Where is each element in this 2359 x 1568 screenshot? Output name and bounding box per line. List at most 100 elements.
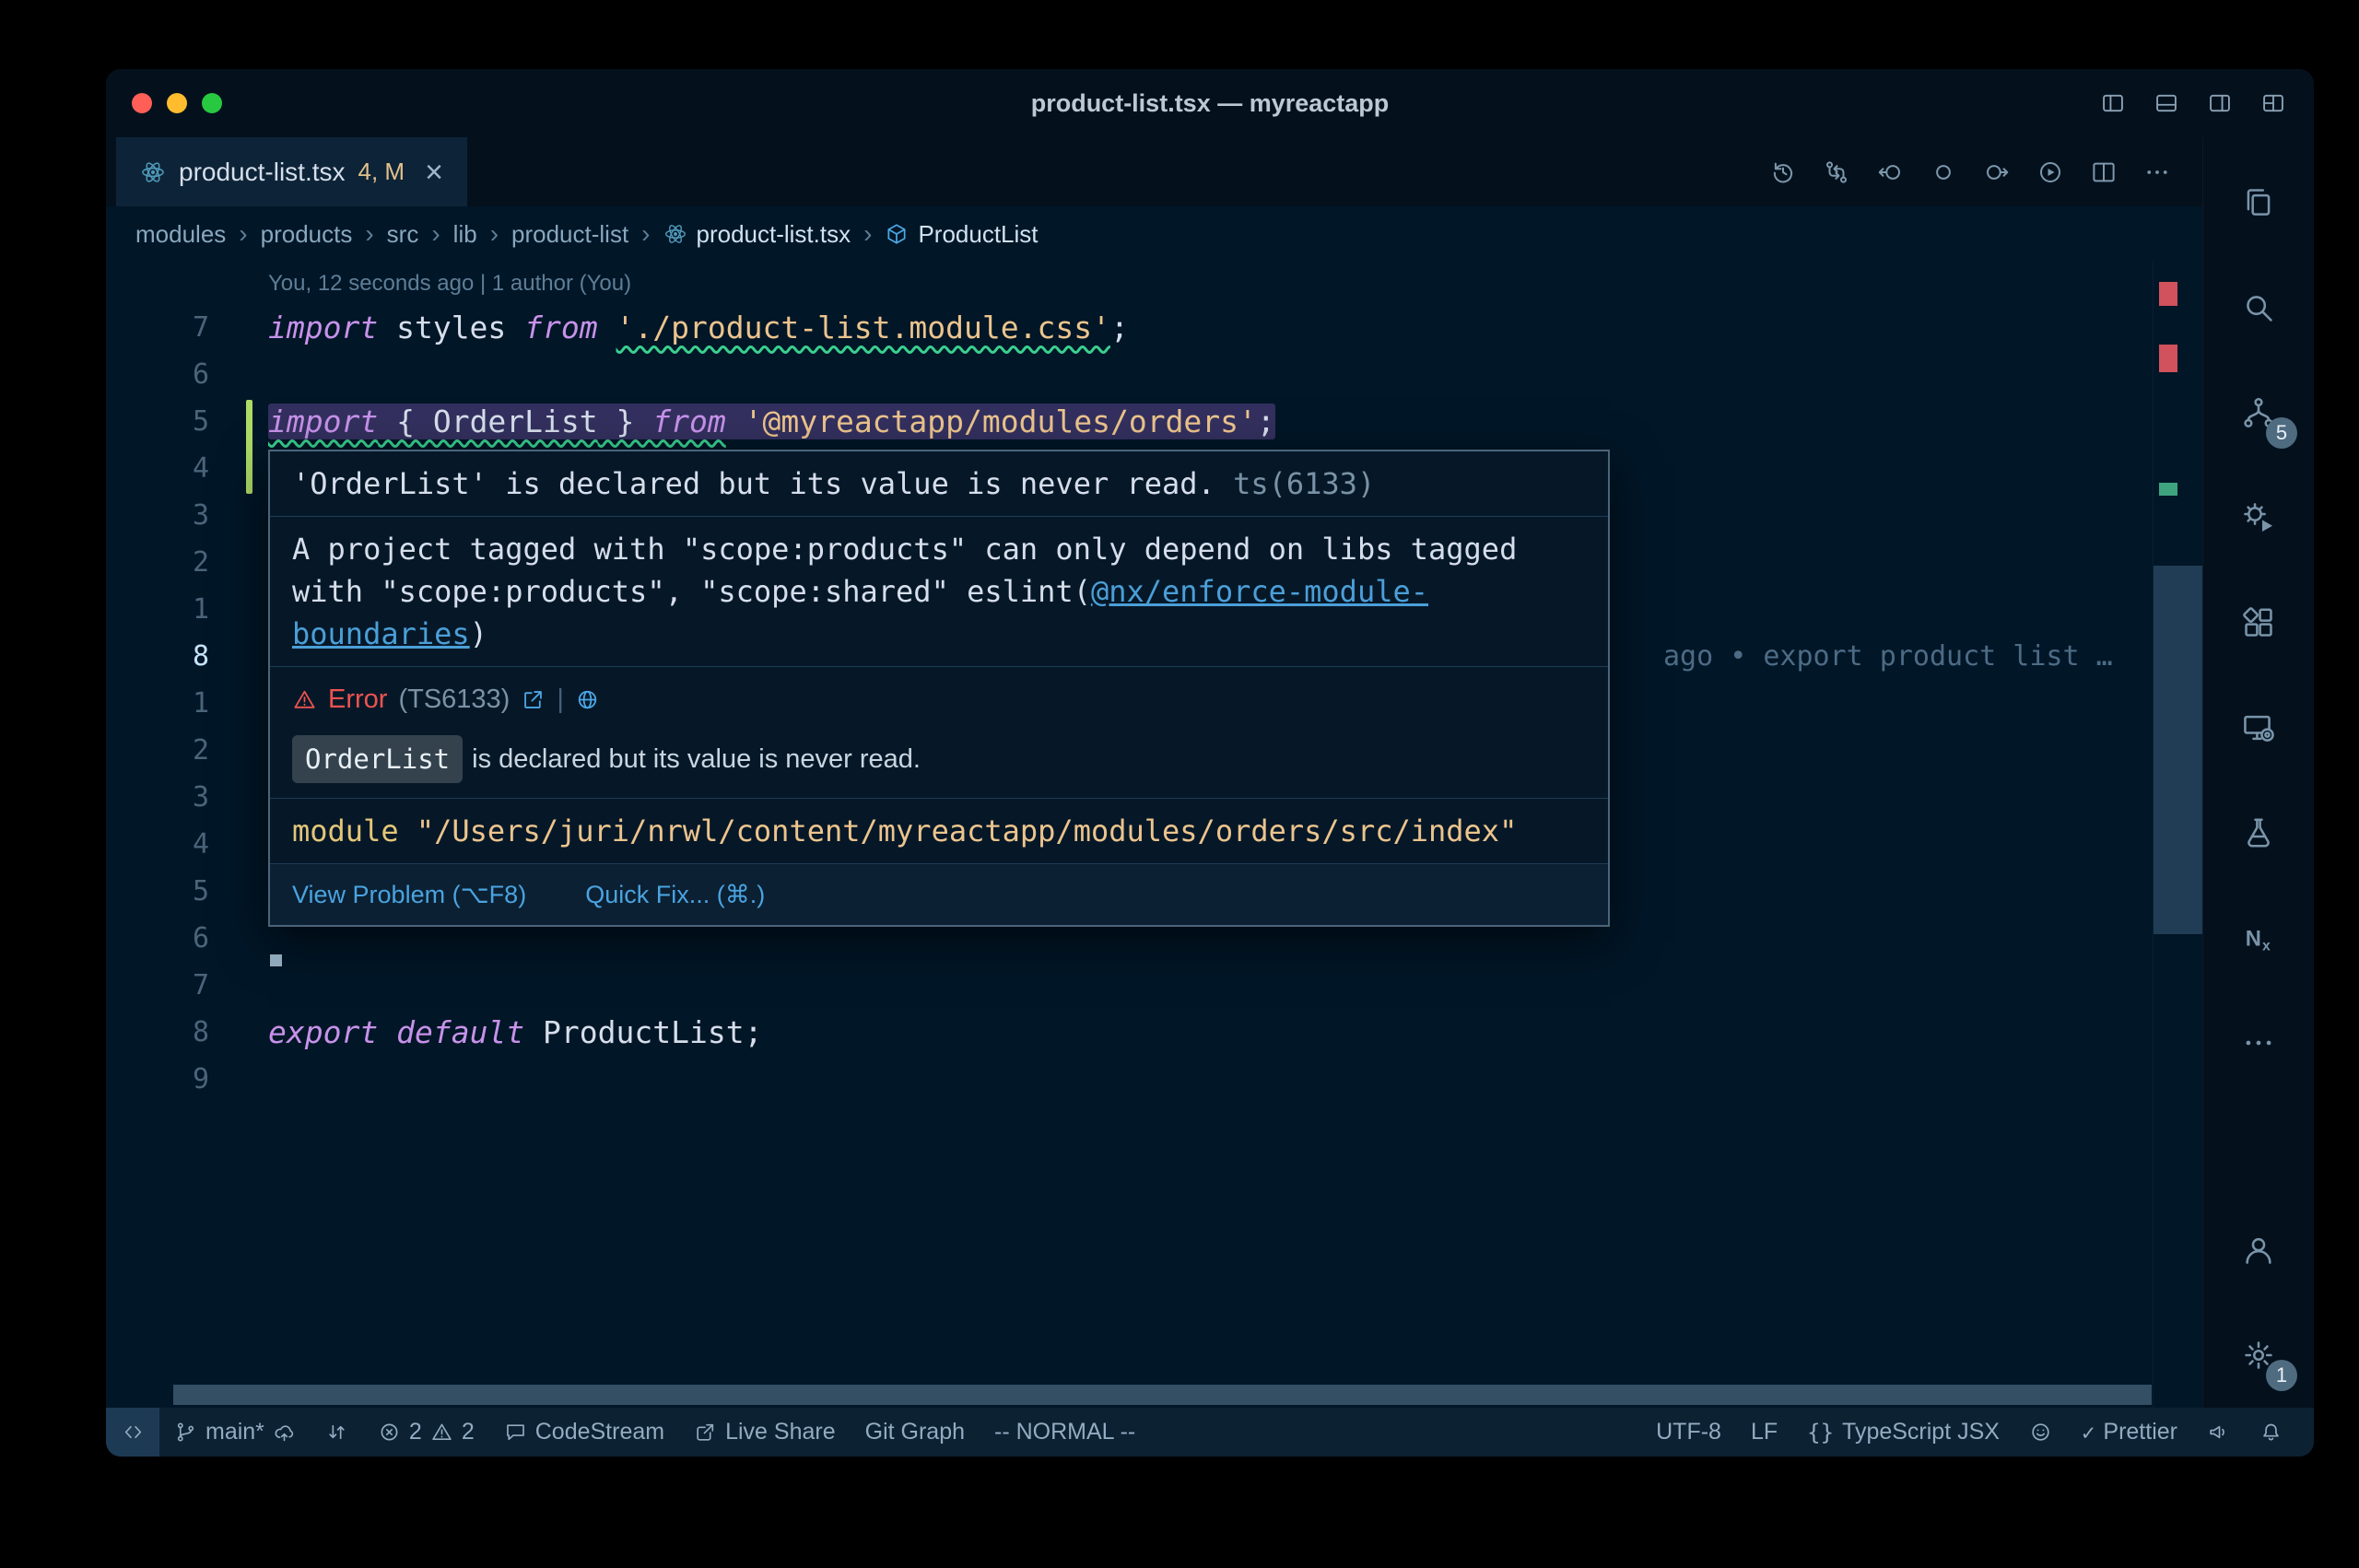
compare-changes-icon[interactable] [1823,158,1850,186]
activity-settings[interactable]: 1 [2203,1303,2314,1408]
status-gitgraph[interactable]: Git Graph [851,1408,980,1457]
activity-bar: 5 Nx 1 [2202,137,2314,1408]
activity-more-views[interactable] [2203,990,2314,1095]
layout-sidebar-right-icon[interactable] [2207,90,2233,116]
tab-product-list[interactable]: product-list.tsx 4, M × [116,137,467,206]
layout-sidebar-left-icon[interactable] [2100,90,2126,116]
activity-extensions[interactable] [2203,570,2314,675]
bell-icon [2259,1421,2283,1444]
breadcrumb-item-product-list.tsx[interactable]: product-list.tsx [663,220,851,249]
code-token: import [268,310,378,345]
nx-icon: Nx [2241,920,2276,955]
hover-error-message: OrderList is declared but its value is n… [270,731,1608,798]
line-number: 2 [106,727,209,774]
status-label: main* [205,1419,264,1445]
module-keyword: module [292,813,399,848]
breadcrumb-item-products[interactable]: products [261,220,353,249]
tab-problems-modified-badge: 4, M [358,158,405,186]
activity-nx-console[interactable]: Nx [2203,885,2314,990]
status-encoding[interactable]: UTF-8 [1641,1408,1736,1457]
activity-testing[interactable] [2203,780,2314,885]
line-number: 3 [106,492,209,539]
breadcrumb-separator: › [365,219,373,249]
breadcrumb-item-lib[interactable]: lib [453,220,477,249]
ts-diagnostic-text: 'OrderList' is declared but its value is… [292,466,1215,501]
breadcrumb-item-src[interactable]: src [387,220,419,249]
line-number: 6 [106,351,209,398]
vertical-scrollbar-thumb[interactable] [2154,566,2202,934]
nav-back-icon[interactable] [1876,158,1904,186]
status-problems[interactable]: 22 [363,1408,489,1457]
breadcrumb-item-modules[interactable]: modules [135,220,226,249]
titlebar-layout-icons [2100,90,2314,116]
status-language[interactable]: {}TypeScript JSX [1792,1408,2014,1457]
breadcrumb-item-product-list[interactable]: product-list [511,220,628,249]
run-icon[interactable] [2036,158,2064,186]
code-line-content: import { OrderList } from '@myreactapp/m… [268,398,1275,445]
split-editor-icon[interactable] [2090,158,2118,186]
nav-forward-icon[interactable] [1983,158,2011,186]
code-line[interactable]: 6 [106,351,2147,398]
breadcrumb-item-ProductList[interactable]: ProductList [885,220,1038,249]
overview-ruler[interactable] [2153,262,2202,1408]
layout-panel-icon[interactable] [2154,90,2179,116]
line-number: 1 [106,680,209,727]
status-feedback[interactable] [2014,1408,2067,1457]
view-problem-action[interactable]: View Problem (⌥F8) [292,873,526,916]
line-number: 5 [106,398,209,445]
git-modified-gutter-marker [246,400,252,494]
record-icon[interactable] [1930,158,1957,186]
code-editor[interactable]: You, 12 seconds ago | 1 author (You) 7im… [106,262,2202,1408]
minimize-window-button[interactable] [167,93,187,113]
activity-explorer[interactable] [2203,150,2314,255]
status-eol[interactable]: LF [1736,1408,1792,1457]
status-label: Git Graph [865,1419,965,1445]
breadcrumb-label: lib [453,220,477,249]
status-announcement[interactable] [2192,1408,2245,1457]
hover-resize-handle[interactable] [270,954,282,966]
status-vim-mode[interactable]: -- NORMAL -- [980,1408,1150,1457]
icon-separator: | [557,678,564,720]
code-line[interactable]: 9 [106,1056,2147,1103]
code-token: { [378,404,433,439]
horizontal-scrollbar-thumb[interactable] [173,1385,2152,1405]
status-codestream[interactable]: CodeStream [489,1408,679,1457]
status-liveshare[interactable]: Live Share [679,1408,851,1457]
code-token: ; [1257,404,1275,439]
line-number: 4 [106,445,209,492]
quick-fix-action[interactable]: Quick Fix... (⌘.) [585,873,765,916]
editor-toolbar [1769,137,2202,206]
comment-icon [504,1421,527,1444]
status-branch[interactable]: main* [159,1408,311,1457]
code-line[interactable]: 7import styles from './product-list.modu… [106,304,2147,351]
status-label: UTF-8 [1656,1419,1721,1445]
activity-accounts[interactable] [2203,1198,2314,1303]
close-window-button[interactable] [132,93,152,113]
status-remote[interactable] [106,1408,159,1457]
zoom-window-button[interactable] [202,93,222,113]
layout-grid-icon[interactable] [2260,90,2286,116]
vscode-window: product-list.tsx — myreactapp product-li… [106,69,2314,1457]
status-sync[interactable] [311,1408,363,1457]
open-external-icon[interactable] [521,687,546,712]
status-right-group: UTF-8 LF{}TypeScript JSX ✓Prettier [1641,1408,2314,1457]
traffic-lights [106,93,222,113]
activity-search[interactable] [2203,255,2314,360]
docs-globe-icon[interactable] [575,687,600,712]
timeline-icon[interactable] [1769,158,1797,186]
tab-close-button[interactable]: × [425,157,443,188]
more-actions-icon[interactable] [2143,158,2171,186]
hover-popup: 'OrderList' is declared but its value is… [268,450,1610,927]
code-line[interactable]: 7 [106,962,2147,1009]
activity-badge: 1 [2266,1360,2297,1391]
status-prettier[interactable]: ✓Prettier [2067,1408,2192,1457]
activity-remote-explorer[interactable] [2203,675,2314,780]
debug-icon [2241,500,2276,535]
status-bell[interactable] [2245,1408,2297,1457]
code-line[interactable]: 5 import { OrderList } from '@myreactapp/… [106,398,2147,445]
breadcrumb-separator: › [863,219,872,249]
account-icon [2241,1233,2276,1268]
activity-source-control[interactable]: 5 [2203,360,2314,465]
activity-run-debug[interactable] [2203,465,2314,570]
code-line[interactable]: 8export default ProductList; [106,1009,2147,1056]
